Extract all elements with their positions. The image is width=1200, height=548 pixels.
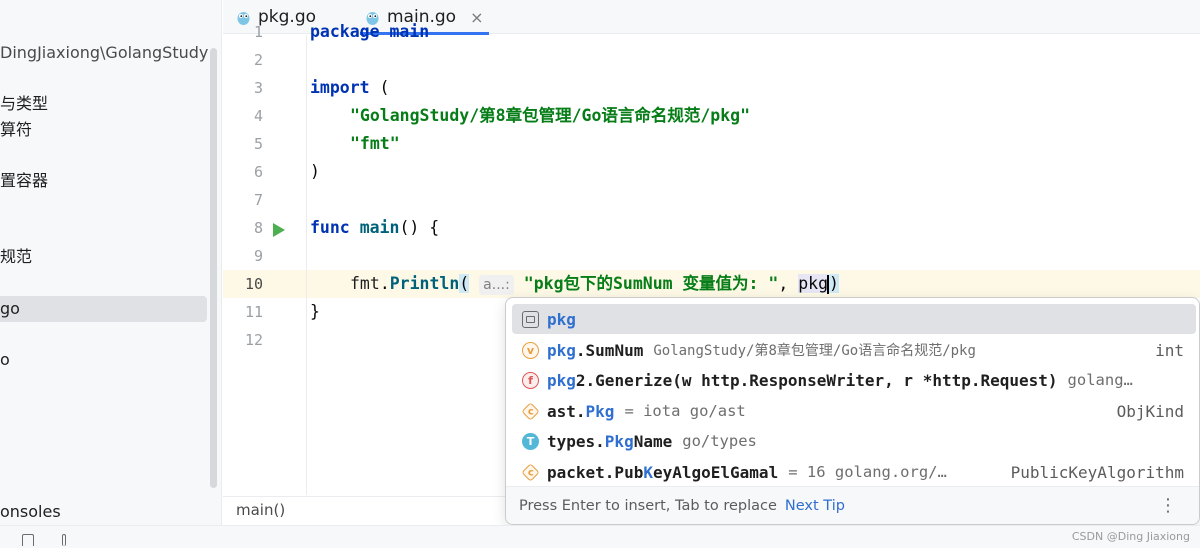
constant-icon: c xyxy=(521,401,540,421)
completion-item[interactable]: c ast.Pkg = iota go/ast ObjKind xyxy=(512,396,1196,426)
function-name: Println xyxy=(389,274,460,293)
line-number: 8 xyxy=(253,219,263,237)
completion-item[interactable]: v pkg.SumNum GolangStudy/第8章包管理/Go语言命名规范… xyxy=(512,335,1196,365)
completion-location: GolangStudy/第8章包管理/Go语言命名规范/pkg xyxy=(653,343,976,359)
completion-location: golang… xyxy=(1067,371,1133,389)
variable-icon: v xyxy=(522,341,539,359)
completion-location: go/types xyxy=(682,432,757,450)
line-number: 9 xyxy=(253,247,263,265)
code-line: 6 ) xyxy=(223,158,1200,186)
line-number: 3 xyxy=(253,79,263,97)
completion-match: pkg xyxy=(547,340,576,360)
completion-hint: Press Enter to insert, Tab to replace xyxy=(519,497,777,514)
function-name: main xyxy=(359,218,400,237)
completion-type: PublicKeyAlgorithm xyxy=(1004,462,1184,482)
completion-prefix: ast. xyxy=(547,401,586,421)
tree-item[interactable]: 置容器 xyxy=(0,168,48,194)
completion-rest: .SumNum xyxy=(575,340,644,360)
keyword: import xyxy=(310,78,370,97)
code-text: package main xyxy=(310,22,430,41)
code-text: ) xyxy=(310,162,320,181)
completion-item-selected[interactable]: pkg xyxy=(512,304,1196,334)
code-text: ( xyxy=(369,78,390,97)
project-path[interactable]: DingJiaxiong\GolangStudy xyxy=(0,40,208,66)
keyword: func xyxy=(310,218,350,237)
completion-match: pkg xyxy=(547,309,576,329)
matched-paren: ( xyxy=(459,274,470,293)
completion-prefix: packet.Pub xyxy=(547,462,644,482)
code-text: () { xyxy=(399,218,440,237)
code-text: . xyxy=(379,274,390,293)
line-number: 5 xyxy=(253,135,263,153)
run-icon[interactable] xyxy=(273,223,285,237)
constant-icon: c xyxy=(521,462,540,482)
code-text: } xyxy=(310,302,320,321)
line-number: 12 xyxy=(244,331,263,349)
line-number: 4 xyxy=(253,107,263,125)
code-line: 4 "GolangStudy/第8章包管理/Go语言命名规范/pkg" xyxy=(223,102,1200,130)
package-ref: fmt xyxy=(350,274,380,293)
code-line: 3 import ( xyxy=(223,74,1200,102)
line-number: 1 xyxy=(253,23,263,41)
code-line: 7 xyxy=(223,186,1200,214)
line-number: 7 xyxy=(253,191,263,209)
completion-item[interactable]: f pkg2.Generize(w http.ResponseWriter, r… xyxy=(512,365,1196,395)
string-literal: "pkg包下的SumNum 变量值为: " xyxy=(523,274,779,293)
code-line: 8 func main() { xyxy=(223,214,1200,242)
code-line: 9 xyxy=(223,242,1200,270)
project-tree[interactable]: DingJiaxiong\GolangStudy 与类型 算符 置容器 规范 g… xyxy=(0,0,222,525)
next-tip-link[interactable]: Next Tip xyxy=(785,498,845,514)
completion-rest: Name xyxy=(633,431,673,451)
code-line-current: 10 fmt.Println( a...: "pkg包下的SumNum 变量值为… xyxy=(223,270,1200,298)
line-number: 11 xyxy=(244,303,263,321)
line-number: 2 xyxy=(253,51,263,69)
completion-rest: 2.Generize(w http.ResponseWriter, r *htt… xyxy=(575,370,1058,390)
typed-text: pkg xyxy=(798,274,829,293)
string-literal: "fmt" xyxy=(350,134,400,153)
line-number: 10 xyxy=(244,275,263,293)
code-line: 5 "fmt" xyxy=(223,130,1200,158)
string-literal: "GolangStudy/第8章包管理/Go语言命名规范/pkg" xyxy=(350,106,751,125)
completion-match: Pkg xyxy=(604,431,634,451)
tree-item[interactable]: 与类型 xyxy=(0,91,48,117)
completion-location: = iota go/ast xyxy=(624,402,746,420)
completion-item[interactable]: T types.PkgName go/types xyxy=(512,426,1196,456)
tree-item[interactable]: 规范 xyxy=(0,244,32,270)
completion-match: Pkg xyxy=(585,401,615,421)
completion-popup[interactable]: pkg v pkg.SumNum GolangStudy/第8章包管理/Go语言… xyxy=(505,297,1200,525)
completion-rest: eyAlgoElGamal xyxy=(652,462,779,482)
function-icon: f xyxy=(522,371,539,389)
code-text: , xyxy=(778,274,799,293)
completion-location: = 16 golang.org/… xyxy=(788,463,947,481)
breadcrumb[interactable]: main() xyxy=(236,501,285,519)
package-icon xyxy=(522,310,539,328)
watermark: CSDN @Ding Jiaxiong xyxy=(1071,530,1190,543)
more-options-icon[interactable]: ⋮ xyxy=(1159,495,1177,516)
completion-prefix: types. xyxy=(547,431,605,451)
completion-match: pkg xyxy=(547,370,576,390)
sidebar-scrollbar[interactable] xyxy=(210,48,217,488)
line-number: 6 xyxy=(253,163,263,181)
code-line: 1 package main xyxy=(223,18,1200,46)
toolbar-icon[interactable] xyxy=(22,534,34,546)
tree-item[interactable]: 算符 xyxy=(0,117,32,143)
bottom-toolbar xyxy=(0,525,1200,548)
tree-item-scratches-consoles[interactable]: onsoles xyxy=(0,499,61,525)
tree-item-selected[interactable]: go xyxy=(0,296,207,322)
completion-type: ObjKind xyxy=(1110,401,1184,421)
tree-item[interactable]: o xyxy=(0,347,10,373)
matched-paren: ) xyxy=(829,274,839,293)
toolbar-icon[interactable] xyxy=(62,534,66,546)
type-icon: T xyxy=(522,432,539,450)
completion-match: K xyxy=(643,462,653,482)
parameter-hint: a...: xyxy=(479,275,514,295)
completion-footer: Press Enter to insert, Tab to replace Ne… xyxy=(506,486,1199,524)
completion-type: int xyxy=(1149,340,1184,360)
tree-item-label: go xyxy=(0,299,20,318)
completion-item[interactable]: c packet.PubKeyAlgoElGamal = 16 golang.o… xyxy=(512,457,1196,487)
code-line: 2 xyxy=(223,46,1200,74)
